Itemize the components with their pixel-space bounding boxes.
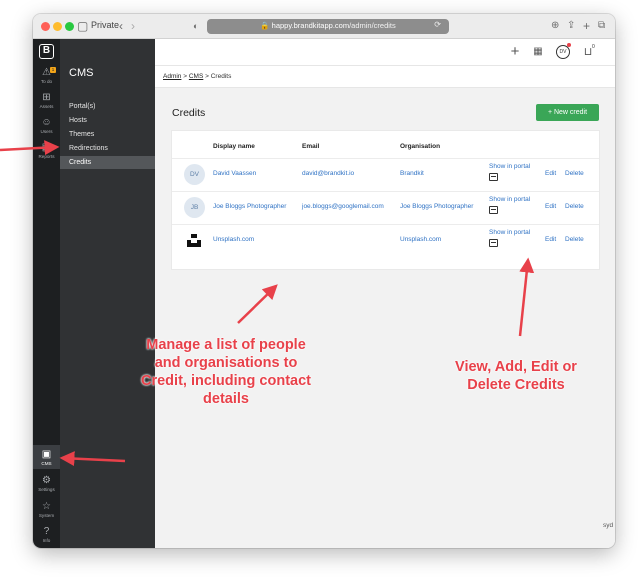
arrow-to-cms-nav	[59, 451, 126, 467]
annotation-manage-credits: Manage a list of people and organisation…	[128, 336, 324, 408]
annotation-line: Delete Credits	[467, 377, 565, 393]
annotation-line: View, Add, Edit or	[455, 359, 577, 375]
annotation-arrows	[0, 140, 535, 467]
annotation-line: and organisations to	[154, 355, 298, 371]
arrow-to-credits-menu	[0, 140, 60, 156]
annotation-line: details	[203, 391, 249, 407]
arrow-to-actions	[518, 257, 535, 337]
arrow-to-table	[237, 284, 278, 324]
annotation-line: Manage a list of people	[146, 337, 306, 353]
annotation-actions: View, Add, Edit or Delete Credits	[446, 358, 586, 394]
annotation-line: Credit, including contact	[141, 373, 311, 389]
